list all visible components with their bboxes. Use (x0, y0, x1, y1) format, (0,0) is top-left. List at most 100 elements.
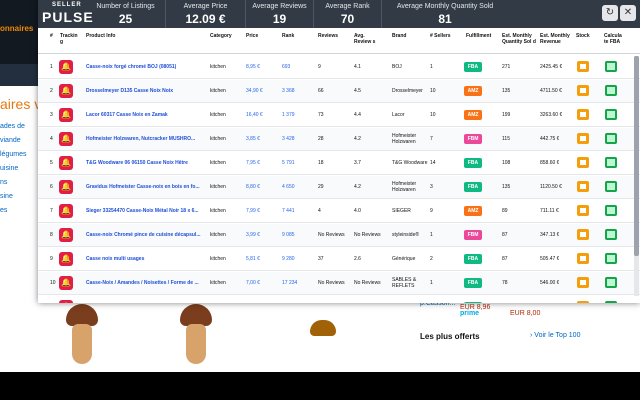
category-cell: kitchen (210, 184, 226, 190)
col-price[interactable]: Price (246, 33, 258, 39)
product-title[interactable]: Hofmeister Holzwaren, Nutcracker MUSHRO.… (86, 136, 206, 142)
calculator-icon[interactable] (605, 277, 617, 288)
category-cell: kitchen (210, 160, 226, 166)
col-product[interactable]: Product Info (86, 33, 115, 39)
product-title[interactable]: Casse-Noix / Amandes / Noisettes / Forme… (86, 280, 206, 286)
calculator-icon[interactable] (605, 229, 617, 240)
fulfillment-badge: FBM (464, 230, 482, 240)
col-rank[interactable]: Rank (282, 33, 294, 39)
tracking-bell-icon[interactable]: 🔔 (59, 300, 73, 303)
table-scrollbar[interactable] (634, 56, 639, 296)
product-title[interactable]: Casse-noix forgé chromé BOJ (08051) (86, 64, 206, 70)
col-num[interactable]: # (50, 33, 53, 39)
col-fulfillment[interactable]: Fulfillment (466, 33, 491, 39)
product-title[interactable]: Casse noix multi usages (86, 256, 206, 262)
price-cell: 7,00 € (246, 280, 260, 286)
calculator-icon[interactable] (605, 205, 617, 216)
col-sellers[interactable]: # Sellers (430, 33, 451, 39)
monthly-rev-cell: 3263.60 € (540, 112, 563, 118)
best-offers-heading: Les plus offerts (420, 332, 480, 341)
col-tracking[interactable]: Trackin g (60, 33, 78, 45)
rank-cell: 1 379 (282, 112, 295, 118)
monthly-qty-cell: 89 (502, 208, 508, 214)
product-title[interactable]: Sieger 33254470 Casse-Noix Métal Noir 18… (86, 208, 206, 214)
sidebar-link[interactable]: ns (0, 176, 34, 190)
calculator-icon[interactable] (605, 61, 617, 72)
stock-icon[interactable] (577, 109, 589, 120)
fulfillment-badge: FBA (464, 302, 482, 303)
product-title[interactable]: Casse-noix Chromé pince de cuisine décap… (86, 232, 206, 238)
stock-icon[interactable] (577, 157, 589, 168)
prime-badge: prime (460, 310, 480, 317)
product-title[interactable]: Lacor 60317 Casse Noix en Zamak (86, 112, 206, 118)
product-title[interactable]: Gravidus Hofmeister Casse-noix en bois e… (86, 184, 206, 190)
tracking-bell-icon[interactable]: 🔔 (59, 132, 73, 146)
col-monthly-rev[interactable]: Est. Monthly Revenue (540, 33, 574, 45)
table-row: 🔔 9 Casse noix multi usages kitchen 5,81 € 9 … (38, 248, 640, 271)
calculator-icon[interactable] (605, 301, 617, 303)
tracking-bell-icon[interactable]: 🔔 (59, 180, 73, 194)
calculator-icon[interactable] (605, 133, 617, 144)
sellers-cell: 14 (430, 160, 436, 166)
monthly-qty-cell: 271 (502, 64, 511, 70)
sellers-cell: 9 (430, 208, 433, 214)
stock-icon[interactable] (577, 181, 589, 192)
col-avg-reviews[interactable]: Avg. Review s (354, 33, 380, 45)
stock-icon[interactable] (577, 61, 589, 72)
refresh-button[interactable]: ↻ (602, 5, 618, 21)
tracking-bell-icon[interactable]: 🔔 (59, 60, 73, 74)
monthly-qty-cell: 135 (502, 184, 511, 190)
close-button[interactable]: ✕ (620, 5, 636, 21)
sidebar-link[interactable]: légumes (0, 148, 34, 162)
avg-reviews-cell: 4.4 (354, 112, 361, 118)
col-calc-fba[interactable]: Calcula te FBA (604, 33, 626, 45)
col-category[interactable]: Category (210, 33, 232, 39)
avg-reviews-cell: 2.6 (354, 256, 361, 262)
tracking-bell-icon[interactable]: 🔔 (59, 276, 73, 290)
calculator-icon[interactable] (605, 157, 617, 168)
sidebar-link[interactable]: sine (0, 190, 34, 204)
stock-icon[interactable] (577, 133, 589, 144)
sidebar-link[interactable]: ades de (0, 120, 34, 134)
row-number: 6 (50, 184, 53, 190)
tracking-bell-icon[interactable]: 🔔 (59, 156, 73, 170)
stock-icon[interactable] (577, 253, 589, 264)
col-monthly-qty[interactable]: Est. Monthly Quantity Sol d (502, 33, 536, 45)
sidebar-link[interactable]: uisine (0, 162, 34, 176)
tracking-bell-icon[interactable]: 🔔 (59, 204, 73, 218)
stock-icon[interactable] (577, 85, 589, 96)
sidebar-link[interactable]: viande (0, 134, 34, 148)
col-brand[interactable]: Brand (392, 33, 406, 39)
stock-icon[interactable] (577, 229, 589, 240)
calculator-icon[interactable] (605, 85, 617, 96)
stock-icon[interactable] (577, 301, 589, 303)
col-stock[interactable]: Stock (576, 33, 590, 39)
rank-cell: 693 (282, 64, 291, 70)
row-number: 3 (50, 112, 53, 118)
tracking-bell-icon[interactable]: 🔔 (59, 84, 73, 98)
tracking-bell-icon[interactable]: 🔔 (59, 252, 73, 266)
calculator-icon[interactable] (605, 181, 617, 192)
brand-cell: Hofmeister Holzwaren (392, 133, 417, 145)
monthly-rev-cell: 546.00 € (540, 280, 560, 286)
table-row: 🔔 2 Drosselmeyer D135 Casse Noix Noix kitch… (38, 80, 640, 103)
table-row: 🔔 10 Casse-Noix / Amandes / Noisettes / Fo… (38, 272, 640, 295)
category-cell: kitchen (210, 232, 226, 238)
stat-avg-price: Average Price 12.09 € (166, 0, 246, 28)
stock-icon[interactable] (577, 277, 589, 288)
tracking-bell-icon[interactable]: 🔔 (59, 108, 73, 122)
calculator-icon[interactable] (605, 109, 617, 120)
tracking-bell-icon[interactable]: 🔔 (59, 228, 73, 242)
calculator-icon[interactable] (605, 253, 617, 264)
top100-link[interactable]: › Voir le Top 100 (530, 332, 580, 339)
product-title[interactable]: Drosselmeyer D135 Casse Noix Noix (86, 88, 206, 94)
sellers-cell: 2 (430, 256, 433, 262)
avg-reviews-cell: 3.7 (354, 160, 361, 166)
product-title[interactable]: T&G Woodware 06 06150 Casse Noix Hêtre (86, 160, 206, 166)
col-reviews[interactable]: Reviews (318, 33, 338, 39)
deals-link[interactable]: onnaires (0, 24, 33, 33)
row-number: 8 (50, 232, 53, 238)
sidebar-link[interactable]: es (0, 204, 34, 218)
brand-cell: Lacor (392, 112, 405, 118)
stock-icon[interactable] (577, 205, 589, 216)
